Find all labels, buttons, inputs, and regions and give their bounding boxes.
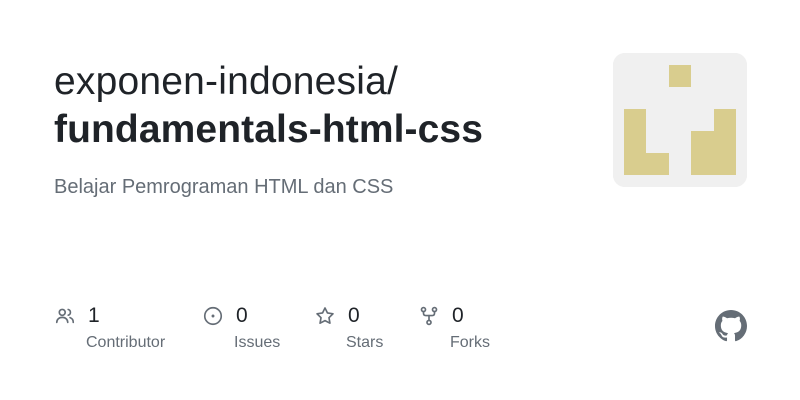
- stars-count: 0: [348, 304, 360, 327]
- fork-icon: [418, 305, 440, 327]
- forks-label: Forks: [450, 334, 490, 351]
- issue-icon: [202, 305, 224, 327]
- issues-count: 0: [236, 304, 248, 327]
- contributors-label: Contributor: [86, 334, 166, 351]
- people-icon: [54, 305, 76, 327]
- repo-owner[interactable]: exponen-indonesia/: [54, 58, 594, 106]
- stat-issues[interactable]: 0 Issues: [202, 302, 280, 362]
- identicon-icon: [613, 53, 747, 187]
- issues-label: Issues: [234, 334, 281, 351]
- github-mark-icon[interactable]: [715, 310, 747, 342]
- star-icon: [314, 305, 336, 327]
- repo-title[interactable]: exponen-indonesia/ fundamentals-html-css: [54, 58, 594, 154]
- repo-name[interactable]: fundamentals-html-css: [54, 106, 594, 154]
- stat-stars[interactable]: 0 Stars: [314, 302, 383, 362]
- repo-description: Belajar Pemrograman HTML dan CSS: [54, 176, 394, 198]
- forks-count: 0: [452, 304, 464, 327]
- contributors-count: 1: [88, 304, 100, 327]
- stars-label: Stars: [346, 334, 384, 351]
- stat-forks[interactable]: 0 Forks: [418, 302, 490, 362]
- owner-avatar[interactable]: [613, 53, 747, 187]
- stat-contributors[interactable]: 1 Contributor: [54, 302, 165, 362]
- repo-social-card: exponen-indonesia/ fundamentals-html-css…: [0, 0, 800, 400]
